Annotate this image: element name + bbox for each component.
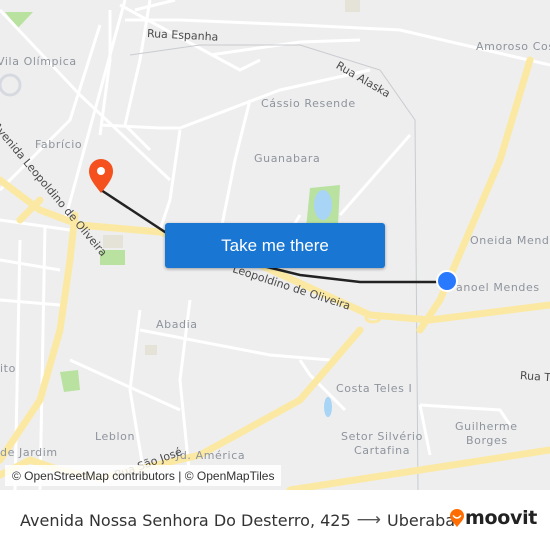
- map-attribution[interactable]: © OpenStreetMap contributors | © OpenMap…: [5, 465, 282, 486]
- road-label: Rua T: [519, 369, 550, 385]
- map-label: Vila Olímpica: [0, 55, 77, 68]
- arrow-right-icon: ⟶: [356, 510, 382, 530]
- destination-marker-icon[interactable]: [436, 270, 458, 292]
- map-label: Oneida Mend: [470, 234, 550, 247]
- map-label: Borges: [466, 434, 508, 447]
- plaza-area: [345, 0, 360, 12]
- map-canvas[interactable]: Vila Olímpica Fabrício Cássio Resende Gu…: [0, 0, 550, 490]
- route-summary: Avenida Nossa Senhora Do Desterro, 425 ⟶…: [20, 510, 455, 530]
- map-label: Costa Teles I: [336, 382, 413, 395]
- map-label: Guilherme: [455, 420, 518, 433]
- moovit-logo[interactable]: moovit: [449, 507, 537, 529]
- map-label: Fabrício: [35, 138, 83, 151]
- moovit-wordmark: moovit: [465, 507, 538, 529]
- map-label: anoel Mendes: [456, 281, 540, 294]
- stadium: [0, 73, 22, 97]
- park-area: [60, 370, 80, 392]
- map-label: Setor Silvério: [341, 430, 423, 443]
- origin-pin-icon[interactable]: [89, 159, 113, 193]
- take-me-there-button[interactable]: Take me there: [165, 223, 385, 268]
- map-label: ito: [0, 362, 16, 375]
- lake: [314, 190, 332, 220]
- map-label: Leblon: [95, 430, 136, 443]
- lake: [324, 397, 332, 417]
- map-label: Amoroso Cos: [476, 40, 550, 53]
- map-label: Cássio Resende: [261, 97, 356, 110]
- map-label: Abadia: [156, 318, 198, 331]
- destination-name: Uberaba: [387, 510, 456, 530]
- plaza-area: [145, 345, 157, 355]
- map-label: de Jardim: [0, 446, 58, 459]
- map-label: Guanabara: [254, 152, 321, 165]
- moovit-pin-icon: [450, 509, 464, 527]
- map-label: Cartafina: [354, 444, 411, 457]
- map-label: Jd. América: [176, 449, 246, 462]
- footer: Avenida Nossa Senhora Do Desterro, 425 ⟶…: [0, 490, 550, 550]
- origin-address: Avenida Nossa Senhora Do Desterro, 425: [20, 510, 351, 530]
